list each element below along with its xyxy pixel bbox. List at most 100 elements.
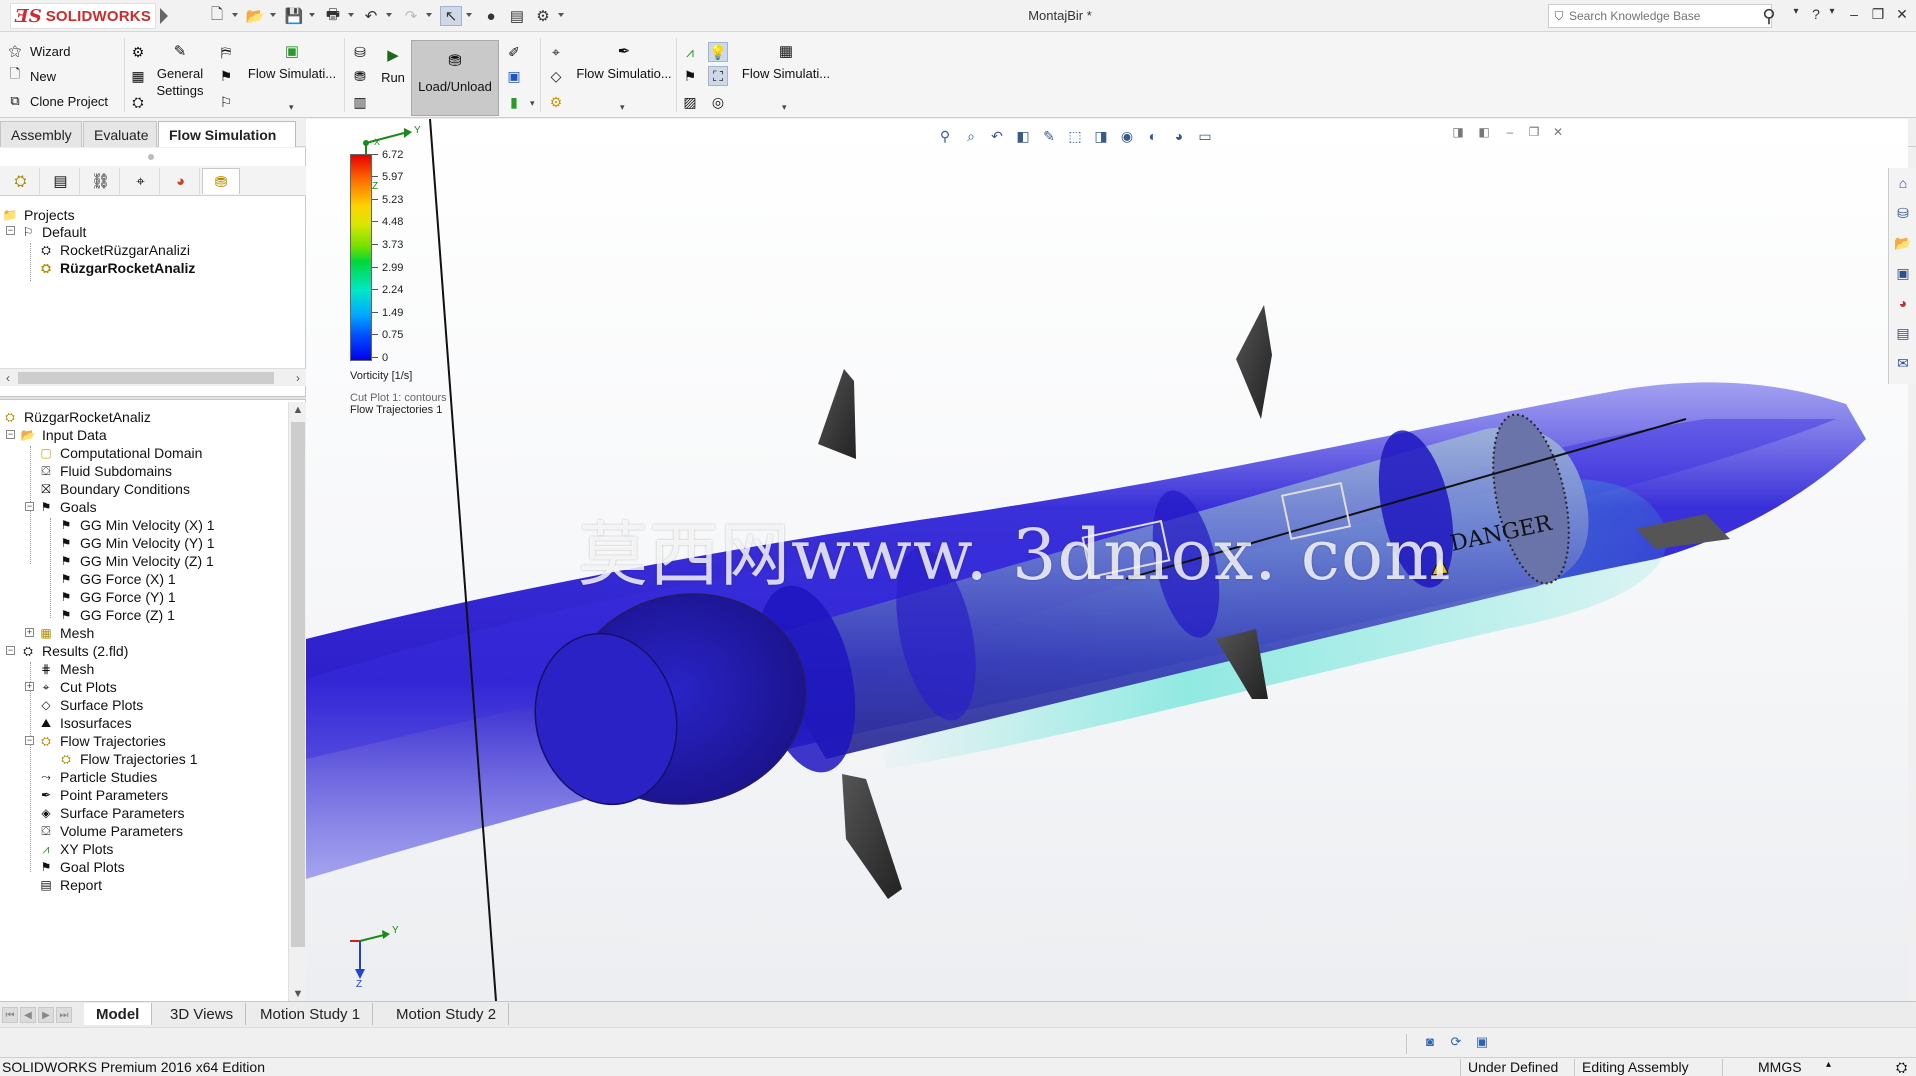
report-icon[interactable]: ▨ <box>680 92 700 112</box>
scroll-right-icon[interactable]: › <box>290 370 306 386</box>
vorticity-legend[interactable]: 6.72 5.97 5.23 4.48 3.73 2.99 2.24 1.49 … <box>350 149 490 454</box>
mesh-expand-icon[interactable]: + <box>25 628 34 637</box>
zoom-to-fit-icon[interactable]: ⚲ <box>934 126 956 146</box>
apply-scene-icon[interactable]: ◕ <box>1168 126 1190 146</box>
flow-simulation-button-2[interactable]: ✒ Flow Simulatio... <box>574 42 674 81</box>
file-properties-icon[interactable]: ▤ <box>506 6 528 26</box>
cut-plots-expand-icon[interactable]: + <box>25 682 34 691</box>
undo-dropdown-icon[interactable] <box>386 13 392 17</box>
close-icon[interactable]: ✕ <box>1892 6 1912 26</box>
flow-simulation-button-1[interactable]: ▣ Flow Simulati... <box>244 42 340 81</box>
unit-system-up-icon[interactable]: ▴ <box>1826 1059 1831 1070</box>
solver-monitor-icon[interactable]: ▥ <box>350 92 370 112</box>
featuremanager-tab-icon[interactable]: ⛭ <box>2 168 40 194</box>
solver-icon[interactable]: ⛁ <box>350 42 370 62</box>
search-icon[interactable]: ⚲ <box>1756 4 1782 28</box>
save-dropdown-icon[interactable] <box>309 13 315 17</box>
view-orientation-icon[interactable]: ⬚ <box>1064 126 1086 146</box>
first-tab-nav-icon[interactable]: ⏮ <box>2 1007 18 1023</box>
last-tab-nav-icon[interactable]: ⏭ <box>56 1007 72 1023</box>
menu-expand-arrow-icon[interactable] <box>160 8 168 24</box>
appearances-icon[interactable]: ◕ <box>1892 292 1914 314</box>
new-dropdown-icon[interactable] <box>232 13 238 17</box>
open-dropdown-icon[interactable] <box>270 13 276 17</box>
panel-splitter[interactable] <box>0 396 306 400</box>
scroll-down-icon[interactable]: ▼ <box>290 986 306 1002</box>
unit-system-button[interactable]: MMGS <box>1758 1059 1802 1075</box>
cut-plot-icon[interactable]: ✐ <box>504 42 524 62</box>
graphics-viewport[interactable]: DANGER 莫西网www. 3dmox. com Y Z X 6.72 5.9… <box>306 119 1908 1001</box>
edit-appearance-icon[interactable]: ◐ <box>1142 126 1164 146</box>
view-palette-icon[interactable]: ▣ <box>1892 262 1914 284</box>
goals-collapse-icon[interactable]: − <box>25 502 34 511</box>
rebuild-icon[interactable]: ⟳ <box>1446 1034 1466 1052</box>
chart-icon[interactable]: ▮ <box>504 92 524 112</box>
tree-report[interactable]: ▤ Report <box>38 874 102 896</box>
flow-trajectories-collapse-icon[interactable]: − <box>25 736 34 745</box>
tab-assembly[interactable]: Assembly <box>0 121 82 147</box>
flow-simulation-button-3[interactable]: ▦ Flow Simulati... <box>738 42 834 81</box>
viewport-restore-icon[interactable]: ❐ <box>1524 125 1544 143</box>
viewport-split-left-icon[interactable]: ◨ <box>1448 125 1468 143</box>
zoom-to-area-icon[interactable]: ⌕ <box>960 126 982 146</box>
save-icon[interactable]: 💾 <box>283 6 305 26</box>
chart-dropdown-icon[interactable]: ▾ <box>530 98 535 109</box>
select-dropdown-icon[interactable] <box>466 13 472 17</box>
redo-dropdown-icon[interactable] <box>426 13 432 17</box>
surface-plot-icon[interactable]: ⌖ <box>546 42 566 62</box>
new-project-button[interactable]: 🗋 New <box>6 65 56 87</box>
undo-icon[interactable]: ↶ <box>360 6 382 26</box>
options-dropdown-icon[interactable] <box>558 13 564 17</box>
goal-icon[interactable]: ⚐ <box>216 92 236 112</box>
viewport-split-right-icon[interactable]: ◧ <box>1474 125 1494 143</box>
display-mode-icon[interactable]: ⛶ <box>708 66 728 86</box>
vertical-scrollbar[interactable]: ▲ ▼ <box>288 402 306 1002</box>
scroll-thumb[interactable] <box>18 372 274 384</box>
quick-tips-icon[interactable]: ⛭ <box>1896 1059 1907 1076</box>
minimize-icon[interactable]: – <box>1844 6 1864 26</box>
previous-tab-nav-icon[interactable]: ◀ <box>20 1007 36 1023</box>
flow-simulation-2-dropdown-icon[interactable]: ▾ <box>620 102 625 113</box>
trajectory-icon[interactable]: ⚙ <box>546 92 566 112</box>
scroll-left-icon[interactable]: ‹ <box>0 370 16 386</box>
input-data-collapse-icon[interactable]: − <box>6 430 15 439</box>
previous-view-icon[interactable]: ↶ <box>986 126 1008 146</box>
default-collapse-icon[interactable]: − <box>6 226 15 235</box>
configurationmanager-tab-icon[interactable]: ⛓ <box>82 168 120 194</box>
file-explorer-icon[interactable]: 📂 <box>1892 232 1914 254</box>
project-tree-icon[interactable]: ⚙ <box>128 42 148 62</box>
dynamic-annotation-icon[interactable]: ✎ <box>1038 126 1060 146</box>
hide-show-items-icon[interactable]: ◉ <box>1116 126 1138 146</box>
general-settings-button[interactable]: ✎ General Settings <box>154 42 206 98</box>
tab-motion-study-2[interactable]: Motion Study 2 <box>384 1003 510 1025</box>
help-dropdown-icon[interactable]: ▾ <box>1822 6 1842 26</box>
tab-evaluate[interactable]: Evaluate <box>83 121 157 147</box>
components-icon[interactable]: ⛿ <box>216 42 236 62</box>
display-style-icon[interactable]: ◨ <box>1090 126 1112 146</box>
horizontal-scrollbar[interactable]: ‹ › <box>0 368 306 386</box>
scroll-up-icon[interactable]: ▲ <box>290 402 306 418</box>
flow-analysis-tab-icon[interactable]: ⛃ <box>202 168 240 194</box>
section-view-icon[interactable]: ◧ <box>1012 126 1034 146</box>
camera-view-icon[interactable]: ◙ <box>1420 1034 1440 1052</box>
flow-simulation-3-dropdown-icon[interactable]: ▾ <box>782 102 787 113</box>
vertical-scroll-thumb[interactable] <box>291 422 305 947</box>
forum-icon[interactable]: ✉ <box>1892 352 1914 374</box>
new-document-icon[interactable]: 🗋 <box>206 6 228 26</box>
load-unload-button[interactable]: ⛃ Load/Unload <box>411 40 499 116</box>
solidworks-logo[interactable]: ƎS SOLIDWORKS <box>10 3 156 29</box>
wizard-button[interactable]: ⚝ Wizard <box>6 40 71 62</box>
select-pointer-icon[interactable]: ↖ <box>440 6 462 26</box>
clone-project-button[interactable]: ⧉ Clone Project <box>6 90 108 112</box>
goal-plot-icon[interactable]: ⚑ <box>680 66 700 86</box>
search-dropdown-icon[interactable]: ▾ <box>1786 6 1806 26</box>
redo-icon[interactable]: ↷ <box>400 6 422 26</box>
print-icon[interactable]: 🖶 <box>322 6 344 26</box>
tab-3d-views[interactable]: 3D Views <box>158 1003 247 1025</box>
screenshot-icon[interactable]: ▣ <box>1472 1034 1492 1052</box>
tab-flow-simulation[interactable]: Flow Simulation <box>158 121 296 147</box>
isosurface-icon[interactable]: ◇ <box>546 66 566 86</box>
tab-motion-study-1[interactable]: Motion Study 1 <box>248 1003 374 1025</box>
restore-icon[interactable]: ❐ <box>1868 6 1888 26</box>
boundary-icon[interactable]: ⚑ <box>216 66 236 86</box>
